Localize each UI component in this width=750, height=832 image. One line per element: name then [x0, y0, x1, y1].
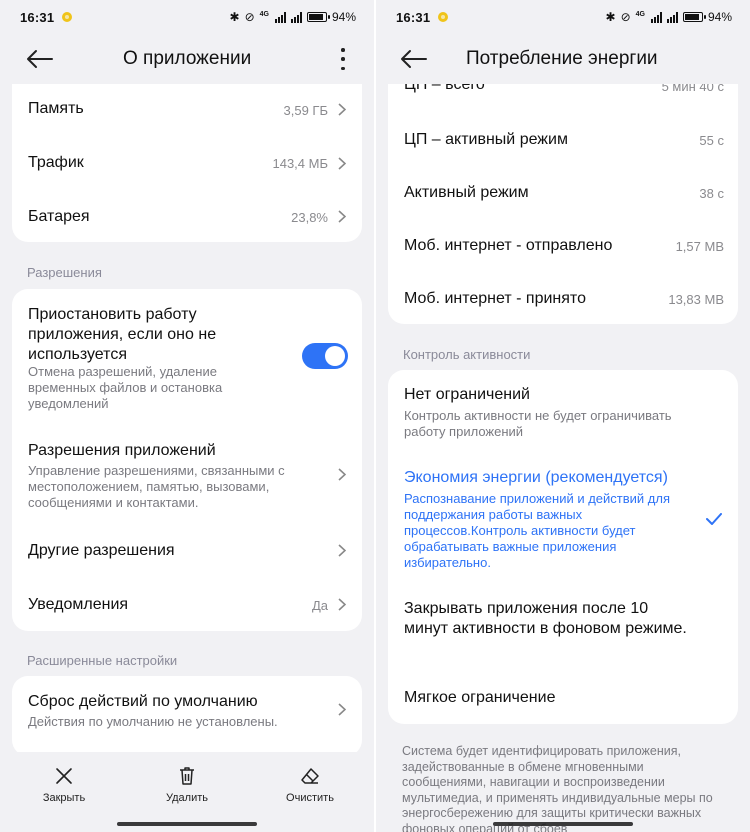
permissions-card: Приостановить работу приложения, если он…: [12, 289, 362, 631]
signal-icon: [274, 11, 286, 23]
network-type: 4G: [635, 11, 645, 18]
bottom-action-bar: Закрыть Удалить Очистить: [0, 752, 374, 832]
page-title: О приложении: [123, 48, 252, 69]
chevron-right-icon: [338, 103, 346, 116]
status-time: 16:31: [20, 9, 55, 25]
notification-icon: [62, 12, 73, 22]
activity-footer-note: Система будет идентифицировать приложени…: [402, 744, 713, 832]
vibrate-icon: ⊘: [244, 10, 255, 24]
usage-row: ЦП – активный режим 55 с: [404, 131, 724, 148]
option-soft-limit[interactable]: Мягкое ограничение: [388, 674, 738, 724]
battery-level: 94%: [331, 10, 356, 24]
advanced-section-title: Расширенные настройки: [27, 653, 178, 668]
network-type: 4G: [259, 11, 269, 18]
battery-icon: [682, 12, 706, 22]
status-time: 16:31: [396, 9, 431, 25]
traffic-row[interactable]: Трафик 143,4 МБ: [12, 137, 362, 190]
check-icon: [706, 513, 722, 525]
permissions-section-title: Разрешения: [27, 265, 102, 280]
signal-icon-2: [666, 11, 678, 23]
bluetooth-icon: ✱: [605, 10, 616, 24]
app-bar: Потребление энергии: [376, 34, 750, 84]
app-permissions-row[interactable]: Разрешения приложений Управление разреше…: [12, 429, 362, 521]
chevron-right-icon: [338, 157, 346, 170]
battery-icon: [306, 12, 330, 22]
close-icon: [56, 768, 72, 784]
more-options-icon[interactable]: [340, 48, 346, 70]
status-bar: 16:31 ✱ ⊘ 4G 94%: [376, 0, 750, 34]
option-no-limits[interactable]: Нет ограничений Контроль активности не б…: [388, 370, 738, 452]
app-bar: О приложении: [0, 34, 374, 84]
close-button[interactable]: Закрыть: [19, 766, 109, 804]
battery-row[interactable]: Батарея 23,8%: [12, 190, 362, 242]
reset-defaults-row[interactable]: Сброс действий по умолчанию Действия по …: [12, 676, 362, 742]
page-title: Потребление энергии: [466, 48, 658, 69]
clear-button[interactable]: Очистить: [265, 766, 355, 804]
bluetooth-icon: ✱: [229, 10, 240, 24]
battery-level: 94%: [707, 10, 732, 24]
chevron-right-icon: [338, 598, 346, 611]
usage-card: ЦП – всего 5 мин 40 с ЦП – активный режи…: [388, 60, 738, 324]
home-indicator[interactable]: [493, 822, 633, 826]
back-arrow-icon[interactable]: [26, 49, 54, 69]
eraser-icon: [301, 768, 319, 784]
usage-row: Моб. интернет - принято 13,83 МВ: [404, 290, 724, 307]
app-info-screen: 16:31 ✱ ⊘ 4G 94% О приложении Память 3,5…: [0, 0, 374, 832]
trash-icon: [180, 767, 194, 785]
chevron-right-icon: [338, 210, 346, 223]
storage-card: Память 3,59 ГБ Трафик 143,4 МБ Батарея 2…: [12, 84, 362, 242]
memory-row[interactable]: Память 3,59 ГБ: [12, 84, 362, 136]
chevron-right-icon: [338, 468, 346, 481]
notification-icon: [438, 12, 449, 22]
activity-options-card: Нет ограничений Контроль активности не б…: [388, 370, 738, 724]
chevron-right-icon: [338, 544, 346, 557]
home-indicator[interactable]: [117, 822, 257, 826]
vibrate-icon: ⊘: [620, 10, 631, 24]
delete-button[interactable]: Удалить: [142, 766, 232, 804]
option-close-after[interactable]: Закрывать приложения после 10 минут акти…: [388, 588, 738, 658]
back-arrow-icon[interactable]: [400, 49, 428, 69]
chevron-right-icon: [338, 703, 346, 716]
option-power-save[interactable]: Экономия энергии (рекомендуется) Распозн…: [388, 458, 738, 574]
activity-section-title: Контроль активности: [403, 347, 531, 362]
notifications-row[interactable]: Уведомления Да: [12, 581, 362, 631]
usage-row: Активный режим 38 с: [404, 184, 724, 201]
pause-app-toggle[interactable]: [302, 343, 348, 369]
signal-icon: [650, 11, 662, 23]
other-permissions-row[interactable]: Другие разрешения: [12, 527, 362, 577]
usage-row: Моб. интернет - отправлено 1,57 МВ: [404, 237, 724, 254]
status-bar: 16:31 ✱ ⊘ 4G 94%: [0, 0, 374, 34]
power-usage-screen: 16:31 ✱ ⊘ 4G 94% Потребление энергии ЦП …: [376, 0, 750, 832]
pause-app-row[interactable]: Приостановить работу приложения, если он…: [12, 289, 362, 417]
signal-icon-2: [290, 11, 302, 23]
advanced-card: Сброс действий по умолчанию Действия по …: [12, 676, 362, 756]
